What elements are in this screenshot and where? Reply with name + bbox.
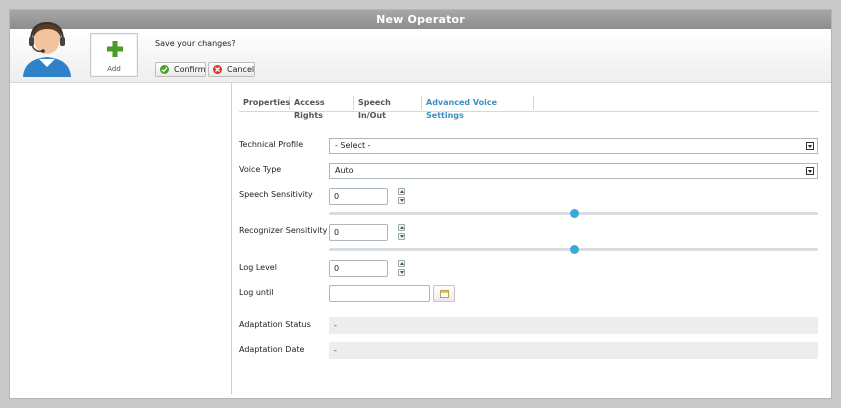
log-level-input[interactable]: 0 <box>329 260 388 277</box>
sidebar-divider <box>231 83 232 394</box>
speech-sensitivity-label: Speech Sensitivity <box>239 190 313 199</box>
x-circle-icon <box>213 65 222 74</box>
add-button-label: Add <box>107 65 121 73</box>
confirm-button[interactable]: Confirm <box>155 62 206 77</box>
save-prompt: Save your changes? <box>155 39 236 48</box>
tab-speech-in-out[interactable]: Speech In/Out <box>354 96 422 120</box>
adaptation-status-value: - <box>329 317 818 334</box>
log-until-label: Log until <box>239 288 274 297</box>
recognizer-sensitivity-input[interactable]: 0 <box>329 224 388 241</box>
check-circle-icon <box>160 65 169 74</box>
log-level-label: Log Level <box>239 263 277 272</box>
cancel-label: Cancel <box>227 65 255 74</box>
arrow-up-icon[interactable] <box>398 188 405 195</box>
arrow-down-icon[interactable] <box>398 233 405 240</box>
speech-sensitivity-slider[interactable] <box>329 209 818 218</box>
arrow-up-icon[interactable] <box>398 260 405 267</box>
recognizer-sensitivity-label: Recognizer Sensitivity <box>239 226 328 235</box>
chevron-down-icon[interactable] <box>806 142 814 150</box>
slider-knob[interactable] <box>569 245 579 254</box>
log-level-stepper[interactable] <box>398 260 405 277</box>
window-title: New Operator <box>10 10 831 29</box>
chevron-down-icon[interactable] <box>806 167 814 175</box>
operator-avatar-icon <box>19 15 75 79</box>
slider-knob[interactable] <box>569 209 579 218</box>
recognizer-sensitivity-slider[interactable] <box>329 245 818 254</box>
adaptation-status-label: Adaptation Status <box>239 320 311 329</box>
add-button[interactable]: Add <box>90 33 138 77</box>
technical-profile-select[interactable]: - Select - <box>329 138 818 154</box>
arrow-down-icon[interactable] <box>398 269 405 276</box>
calendar-button[interactable] <box>433 285 455 302</box>
toolbar: Add Save your changes? Confirm Cancel <box>10 21 831 83</box>
new-operator-window: New Operator Add Save your changes? Conf… <box>9 9 832 399</box>
tab-advanced-voice-settings[interactable]: Advanced Voice Settings <box>422 96 534 120</box>
recognizer-sensitivity-stepper[interactable] <box>398 224 405 241</box>
speech-sensitivity-input[interactable]: 0 <box>329 188 388 205</box>
confirm-label: Confirm <box>174 65 206 74</box>
tab-access-rights[interactable]: Access Rights <box>290 96 354 120</box>
tab-properties[interactable]: Properties <box>239 96 290 110</box>
technical-profile-label: Technical Profile <box>239 140 304 149</box>
cancel-button[interactable]: Cancel <box>208 62 255 77</box>
voice-type-label: Voice Type <box>239 165 282 174</box>
log-until-input[interactable] <box>329 285 430 302</box>
adaptation-date-label: Adaptation Date <box>239 345 305 354</box>
voice-type-value: Auto <box>335 166 354 175</box>
technical-profile-value: - Select - <box>335 141 371 150</box>
calendar-icon <box>440 290 449 298</box>
speech-sensitivity-stepper[interactable] <box>398 188 405 205</box>
adaptation-date-value: - <box>329 342 818 359</box>
arrow-up-icon[interactable] <box>398 224 405 231</box>
arrow-down-icon[interactable] <box>398 197 405 204</box>
plus-icon <box>107 41 123 57</box>
voice-type-select[interactable]: Auto <box>329 163 818 179</box>
tab-bar: Properties Access Rights Speech In/Out A… <box>239 96 819 120</box>
